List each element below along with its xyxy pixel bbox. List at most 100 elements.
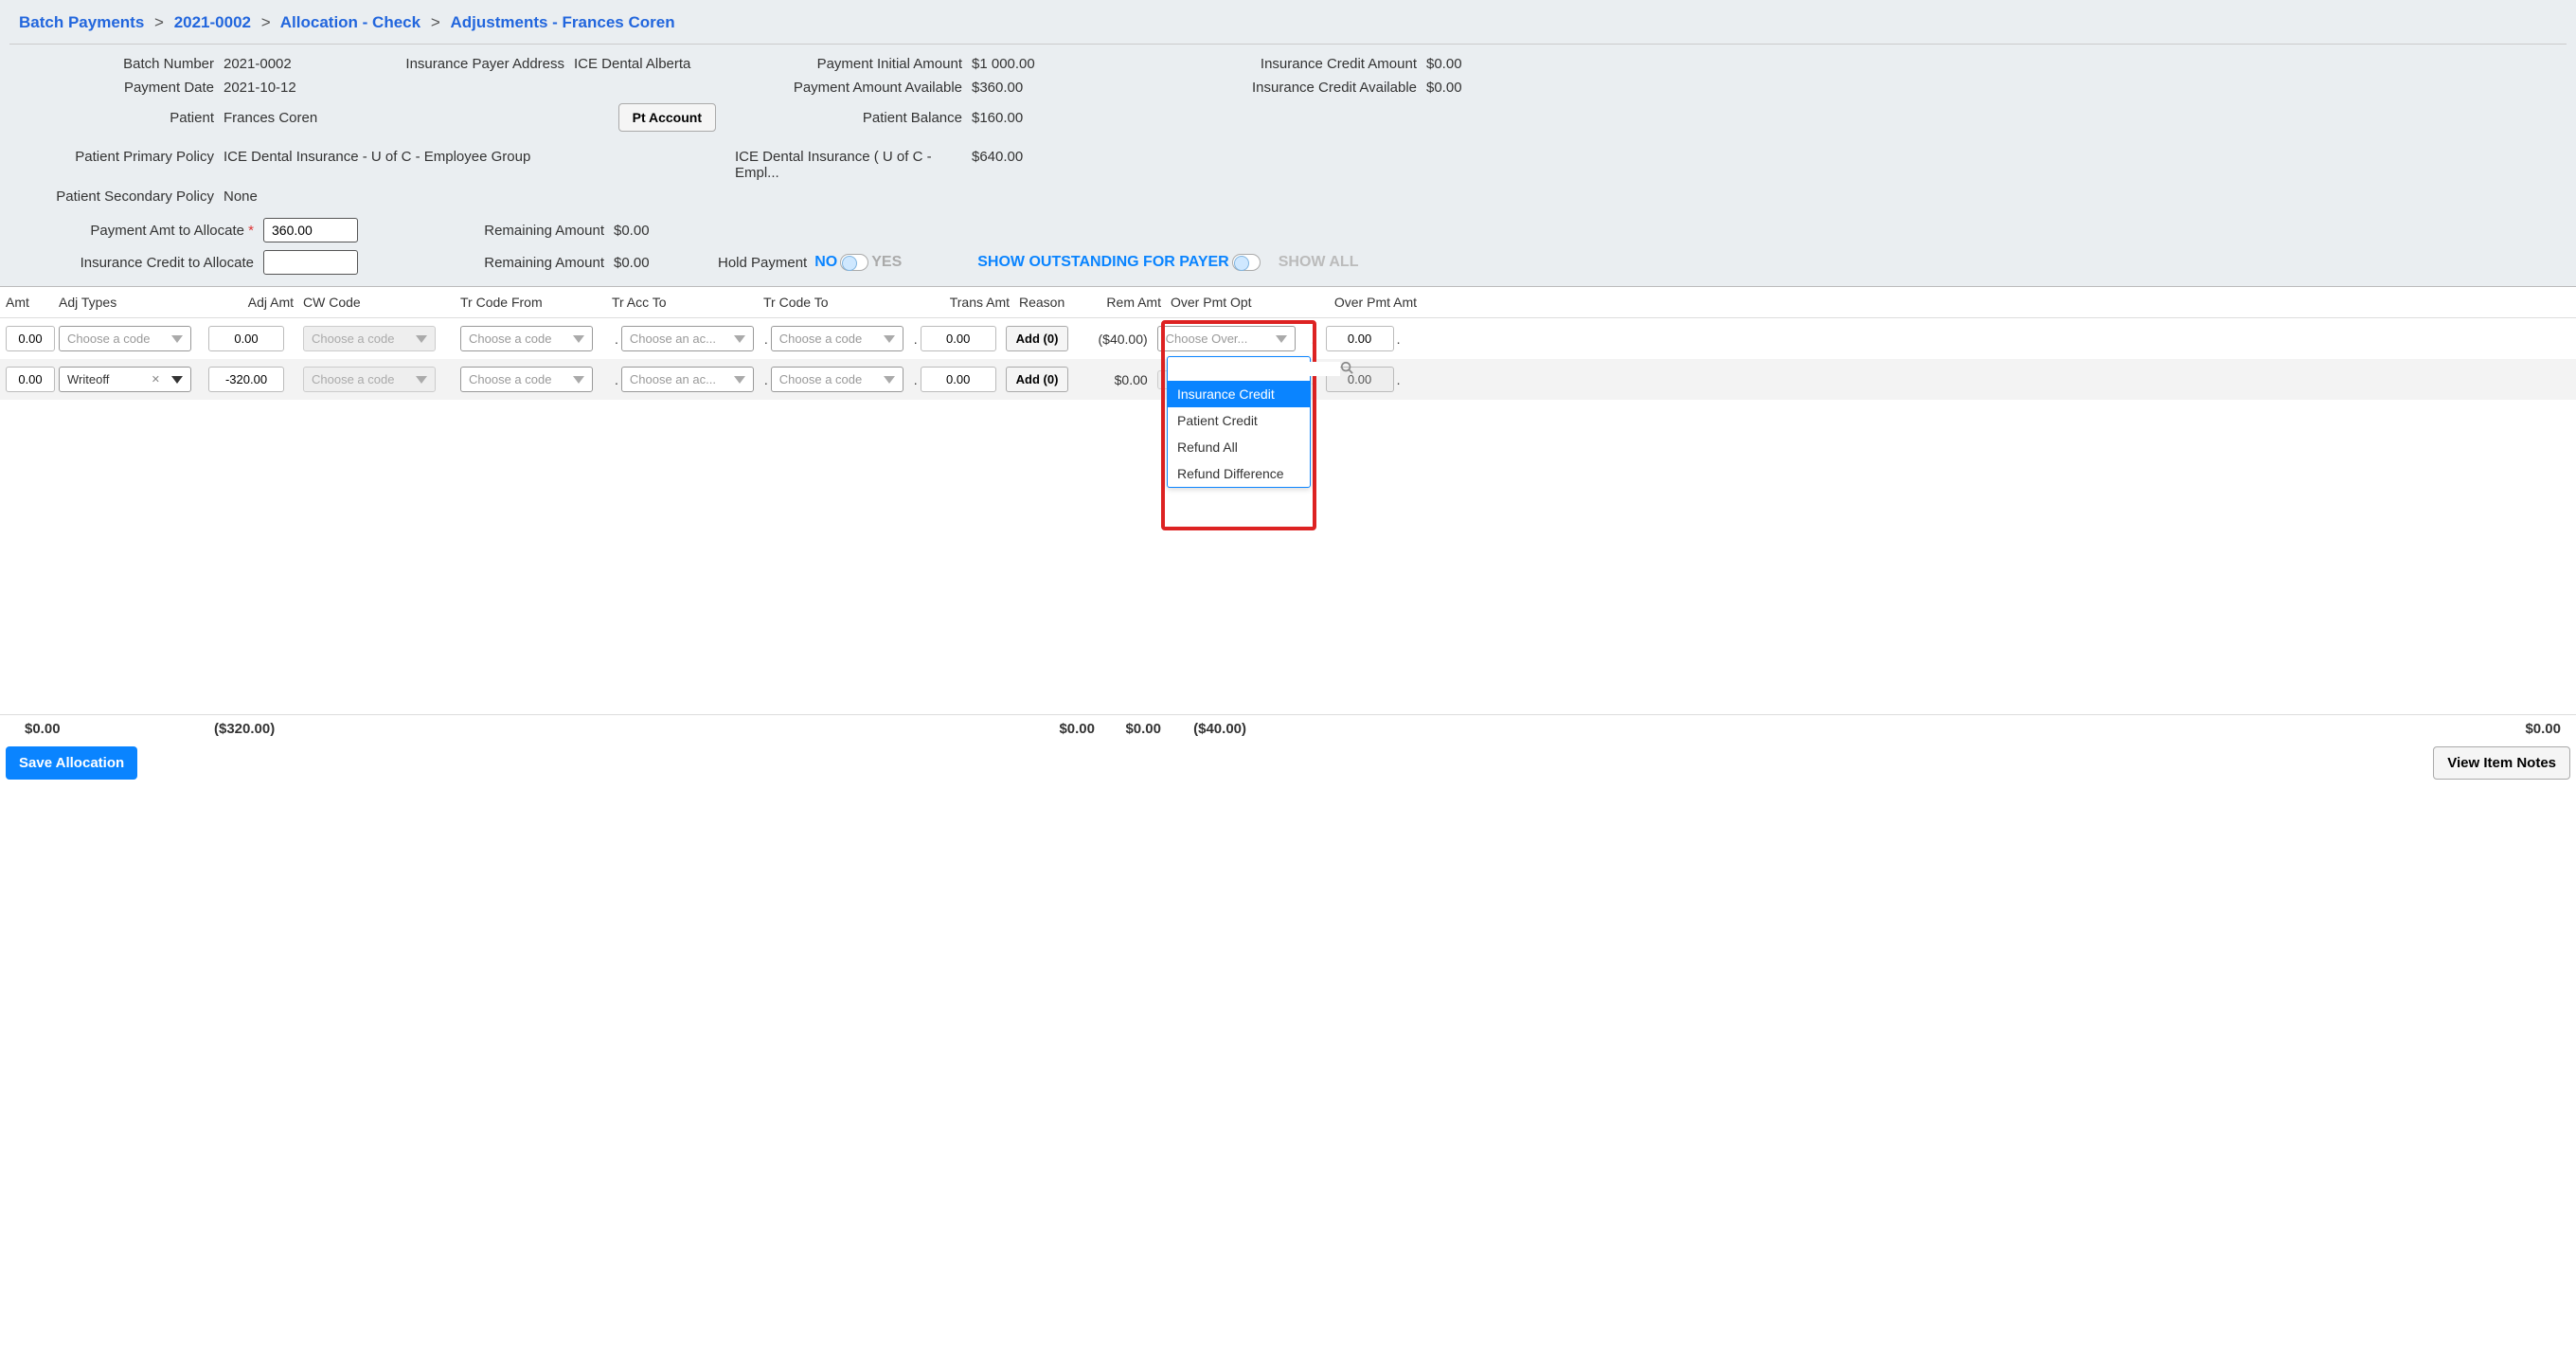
- breadcrumb: Batch Payments > 2021-0002 > Allocation …: [9, 6, 2567, 45]
- over-pmt-amt-input[interactable]: [1326, 326, 1394, 351]
- caret-down-icon: [734, 376, 745, 384]
- breadcrumb-batch-id[interactable]: 2021-0002: [174, 13, 251, 31]
- th-adjamt: Adj Amt: [208, 295, 303, 310]
- add-reason-button[interactable]: Add (0): [1006, 367, 1069, 392]
- caret-down-icon: [884, 335, 895, 343]
- total-trans: $0.00: [1029, 721, 1095, 737]
- ins-credit-amt-value: $0.00: [1426, 56, 1462, 72]
- breadcrumb-batch-payments[interactable]: Batch Payments: [19, 13, 144, 31]
- secondary-policy-label: Patient Secondary Policy: [15, 188, 224, 205]
- ins-addr-label: Insurance Payer Address: [385, 56, 574, 72]
- pt-account-button[interactable]: Pt Account: [618, 103, 716, 132]
- ins-alloc-label: Insurance Credit to Allocate: [15, 255, 263, 271]
- breadcrumb-current: Adjustments - Frances Coren: [450, 13, 674, 31]
- hold-no-label: NO: [814, 254, 837, 271]
- th-trfrom: Tr Code From: [460, 295, 612, 310]
- pay-date-label: Payment Date: [15, 80, 224, 96]
- show-all-link[interactable]: SHOW ALL: [1279, 254, 1359, 271]
- dropdown-search: [1168, 357, 1310, 381]
- dropdown-search-input[interactable]: [1173, 362, 1340, 376]
- show-outstanding-link[interactable]: SHOW OUTSTANDING FOR PAYER: [977, 254, 1229, 271]
- chevron-right-icon: >: [149, 13, 170, 31]
- chevron-right-icon: >: [425, 13, 446, 31]
- caret-down-icon: [171, 376, 183, 384]
- secondary-policy-value: None: [224, 188, 258, 205]
- adj-amt-input[interactable]: [208, 326, 284, 351]
- th-ovamt: Over Pmt Amt: [1322, 295, 1417, 310]
- primary-policy-label: Patient Primary Policy: [15, 149, 224, 181]
- th-adjtypes: Adj Types: [59, 295, 208, 310]
- th-cwcode: CW Code: [303, 295, 460, 310]
- trans-amt-input[interactable]: [921, 367, 996, 392]
- remaining1-value: $0.00: [614, 223, 699, 239]
- ins-credit-avail-value: $0.00: [1426, 80, 1462, 96]
- table-row: Choose a code Choose a code Choose a cod…: [0, 318, 2576, 359]
- dropdown-option-refund-all[interactable]: Refund All: [1168, 434, 1310, 460]
- dropdown-option-refund-difference[interactable]: Refund Difference: [1168, 460, 1310, 487]
- breadcrumb-allocation[interactable]: Allocation - Check: [280, 13, 420, 31]
- th-trto: Tr Code To: [763, 295, 915, 310]
- th-transamt: Trans Amt: [915, 295, 1019, 310]
- tr-code-to-select[interactable]: Choose a code: [771, 326, 903, 351]
- primary-amount-value: $640.00: [972, 149, 1023, 181]
- amt-input[interactable]: [6, 367, 55, 392]
- over-pmt-opt-dropdown[interactable]: Insurance Credit Patient Credit Refund A…: [1167, 356, 1311, 488]
- caret-down-icon: [416, 376, 427, 384]
- total-adjamt: ($320.00): [214, 721, 309, 737]
- show-outstanding-toggle[interactable]: [1232, 254, 1261, 271]
- primary-policy-value: ICE Dental Insurance - U of C - Employee…: [224, 149, 530, 181]
- remaining2-label: Remaining Amount: [367, 255, 614, 271]
- tr-code-from-select[interactable]: Choose a code: [460, 367, 593, 392]
- batch-number-value: 2021-0002: [224, 56, 292, 72]
- tr-code-to-select[interactable]: Choose a code: [771, 367, 903, 392]
- dropdown-option-insurance-credit[interactable]: Insurance Credit: [1168, 381, 1310, 407]
- balance-value: $160.00: [972, 110, 1023, 126]
- pay-avail-value: $360.00: [972, 80, 1023, 96]
- remaining1-label: Remaining Amount: [367, 223, 614, 239]
- caret-down-icon: [884, 376, 895, 384]
- ins-alloc-input[interactable]: [263, 250, 358, 275]
- tr-code-from-select[interactable]: Choose a code: [460, 326, 593, 351]
- dropdown-option-patient-credit[interactable]: Patient Credit: [1168, 407, 1310, 434]
- amt-input[interactable]: [6, 326, 55, 351]
- trans-amt-input[interactable]: [921, 326, 996, 351]
- adj-amt-input[interactable]: [208, 367, 284, 392]
- batch-number-label: Batch Number: [15, 56, 224, 72]
- th-amt: Amt: [6, 295, 59, 310]
- clear-icon[interactable]: ✕: [152, 373, 160, 386]
- th-remamt: Rem Amt: [1085, 295, 1171, 310]
- balance-label: Patient Balance: [735, 110, 972, 126]
- rem-amt-value: ($40.00): [1072, 332, 1157, 347]
- tr-acc-to-select[interactable]: Choose an ac...: [621, 326, 754, 351]
- rem-amt-value: $0.00: [1072, 372, 1157, 387]
- chevron-right-icon: >: [256, 13, 277, 31]
- pay-alloc-input[interactable]: [263, 218, 358, 242]
- caret-down-icon: [171, 335, 183, 343]
- adj-type-select[interactable]: Choose a code: [59, 326, 191, 351]
- info-panel: Batch Number2021-0002 Insurance Payer Ad…: [9, 45, 2567, 286]
- view-item-notes-button[interactable]: View Item Notes: [2433, 746, 2570, 780]
- patient-value: Frances Coren: [224, 110, 317, 126]
- pay-date-value: 2021-10-12: [224, 80, 296, 96]
- total-amt: $0.00: [6, 721, 72, 737]
- pay-alloc-label: Payment Amt to Allocate: [15, 223, 263, 239]
- total-ovamt: $0.00: [2495, 721, 2570, 737]
- total-reason: $0.00: [1095, 721, 1161, 737]
- over-pmt-opt-select[interactable]: Choose Over...: [1157, 326, 1296, 351]
- caret-down-icon: [416, 335, 427, 343]
- th-ovopt: Over Pmt Opt: [1171, 295, 1322, 310]
- save-allocation-button[interactable]: Save Allocation: [6, 746, 137, 780]
- caret-down-icon: [573, 376, 584, 384]
- caret-down-icon: [573, 335, 584, 343]
- ins-addr-value: ICE Dental Alberta: [574, 56, 690, 72]
- ins-credit-avail-label: Insurance Credit Available: [1133, 80, 1426, 96]
- patient-label: Patient: [15, 110, 224, 126]
- cw-code-select: Choose a code: [303, 367, 436, 392]
- adj-type-select[interactable]: Writeoff✕: [59, 367, 191, 392]
- caret-down-icon: [734, 335, 745, 343]
- hold-payment-toggle[interactable]: [840, 254, 868, 271]
- tr-acc-to-select[interactable]: Choose an ac...: [621, 367, 754, 392]
- primary-account-value: ICE Dental Insurance ( U of C - Empl...: [735, 149, 972, 181]
- ins-credit-amt-label: Insurance Credit Amount: [1133, 56, 1426, 72]
- add-reason-button[interactable]: Add (0): [1006, 326, 1069, 351]
